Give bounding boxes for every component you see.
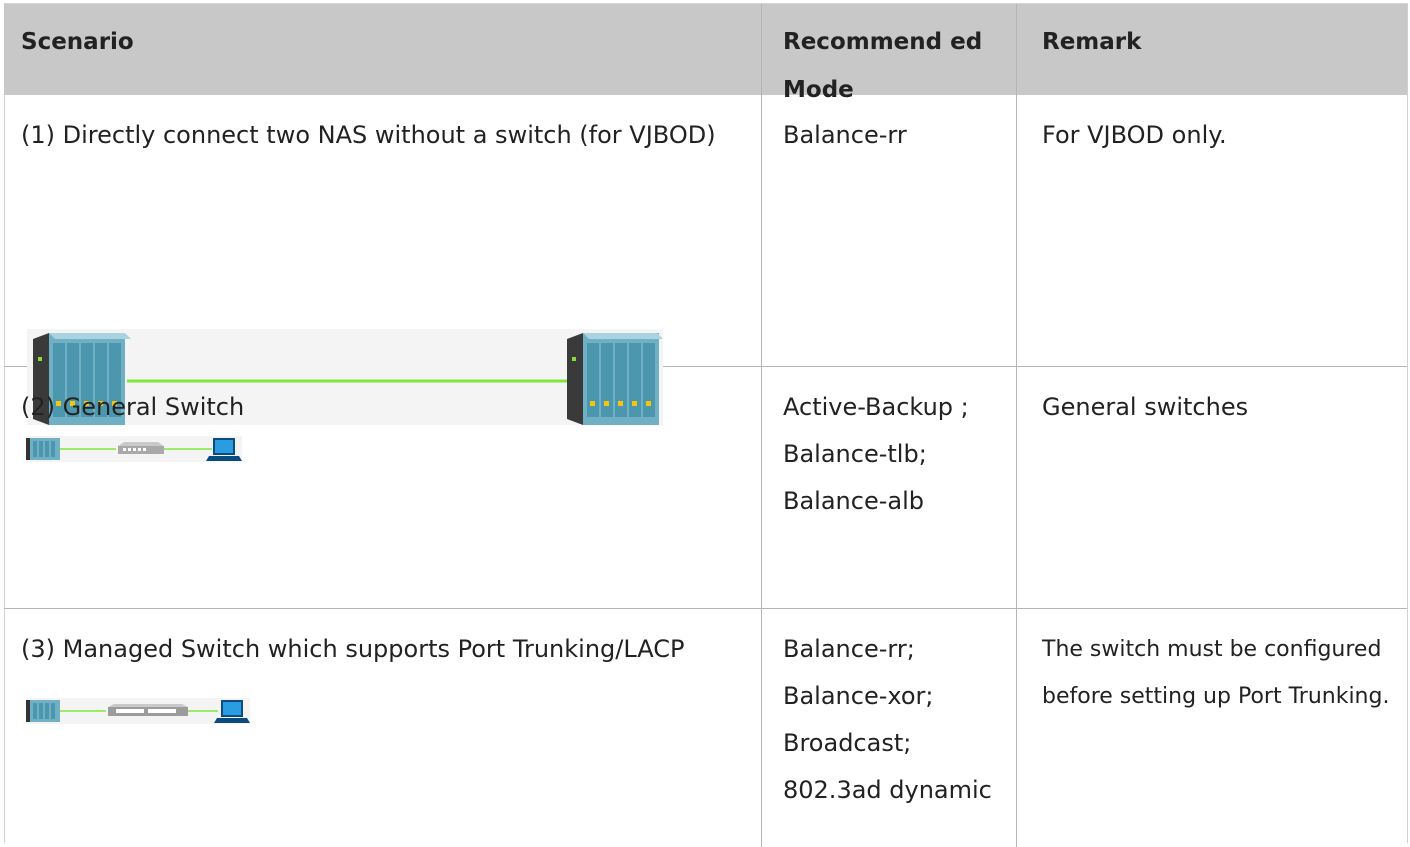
remark-text: For VJBOD only. [1042,121,1227,149]
table-row: (2) General Switch Active-Backup ; Balan… [4,367,1407,609]
header-cell-remark: Remark [1016,4,1407,95]
remark-cell: For VJBOD only. [1016,95,1407,366]
nas-icon [26,700,60,722]
mode-cell: Balance-rr; Balance-xor; Broadcast; 802.… [761,609,1016,847]
switch-icon [118,442,164,454]
table-header-row: Scenario Recommend ed Mode Remark [4,4,1407,103]
nas-managed-switch-laptop-diagram-icon [26,698,250,724]
scenario-cell: (2) General Switch [4,367,761,608]
table-right-border [1407,3,1408,843]
managed-switch-icon [108,704,188,716]
scenario-text: (2) General Switch [21,393,245,421]
header-remark: Remark [1042,29,1142,55]
header-cell-scenario: Scenario [4,4,761,95]
header-scenario: Scenario [21,29,134,55]
scenario-text: (3) Managed Switch which supports Port T… [21,635,685,663]
header-cell-mode: Recommend ed Mode [761,4,1016,103]
remark-cell: General switches [1016,367,1407,608]
remark-text: General switches [1042,393,1249,421]
nas-general-switch-laptop-diagram-icon [26,436,242,462]
scenario-cell: (1) Directly connect two NAS without a s… [4,95,761,425]
mode-text: Balance-rr [783,121,907,149]
remark-cell: The switch must be configured before set… [1016,609,1407,847]
remark-text: The switch must be configured before set… [1042,637,1390,709]
table-row: (1) Directly connect two NAS without a s… [4,95,1407,425]
scenario-cell: (3) Managed Switch which supports Port T… [4,609,761,847]
mode-cell: Balance-rr [761,95,1016,366]
mode-text: Balance-rr; Balance-xor; Broadcast; 802.… [783,635,992,804]
nas-icon [26,438,60,460]
mode-text: Active-Backup ; Balance-tlb; Balance-alb [783,393,969,515]
scenario-text: (1) Directly connect two NAS without a s… [21,121,716,149]
table-row: (3) Managed Switch which supports Port T… [4,609,1407,847]
mode-cell: Active-Backup ; Balance-tlb; Balance-alb [761,367,1016,608]
